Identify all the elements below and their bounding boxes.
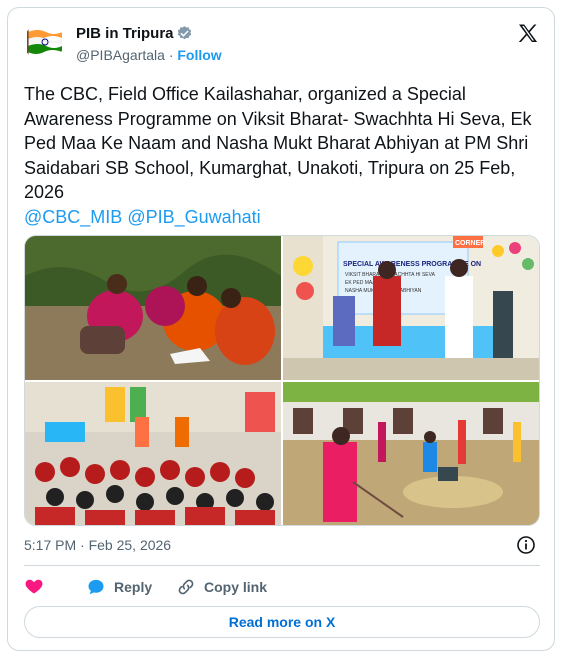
reply-bubble-icon [86,577,106,597]
tweet-timestamp[interactable]: 5:17 PM · Feb 25, 2026 [24,537,171,553]
copy-link-label: Copy link [204,579,268,595]
reply-label: Reply [114,579,153,595]
mention-cbc-mib[interactable]: @CBC_MIB [24,207,122,227]
photo-cleaning-drive[interactable] [283,382,539,525]
handle-line: @PIBAgartala · Follow [76,47,222,63]
info-icon[interactable] [516,535,536,555]
separator-dot: · [168,47,174,63]
tweet-card: PIB in Tripura @PIBAgartala · Follow The… [7,7,555,651]
read-more-button[interactable]: Read more on X [24,606,540,638]
india-flag-icon[interactable] [24,22,64,62]
tweet-text: The CBC, Field Office Kailashahar, organ… [24,82,540,229]
photo-grid: SPECIAL AWARENESS PROGRAMME ON VIKSIT BH… [24,235,540,526]
reply-button[interactable]: Reply [86,574,152,600]
x-logo-icon[interactable] [516,22,540,46]
photo-women-planting[interactable] [25,236,281,380]
link-icon [176,577,196,597]
author-handle[interactable]: @PIBAgartala [76,47,165,63]
verified-badge-icon [176,25,193,42]
author-name[interactable]: PIB in Tripura [76,25,174,42]
tweet-body: The CBC, Field Office Kailashahar, organ… [24,84,532,202]
photo-school-event-banner[interactable]: SPECIAL AWARENESS PROGRAMME ON VIKSIT BH… [283,236,539,380]
banner-corner-label: CORNER [455,240,485,247]
divider [24,565,540,566]
photo-students-audience[interactable] [25,382,281,525]
action-bar: Reply Copy link [24,574,540,600]
heart-icon [24,576,44,599]
follow-button[interactable]: Follow [177,47,221,63]
like-button[interactable] [24,574,44,600]
copy-link-button[interactable]: Copy link [176,574,267,600]
mention-pib-guwahati[interactable]: @PIB_Guwahati [127,207,260,227]
